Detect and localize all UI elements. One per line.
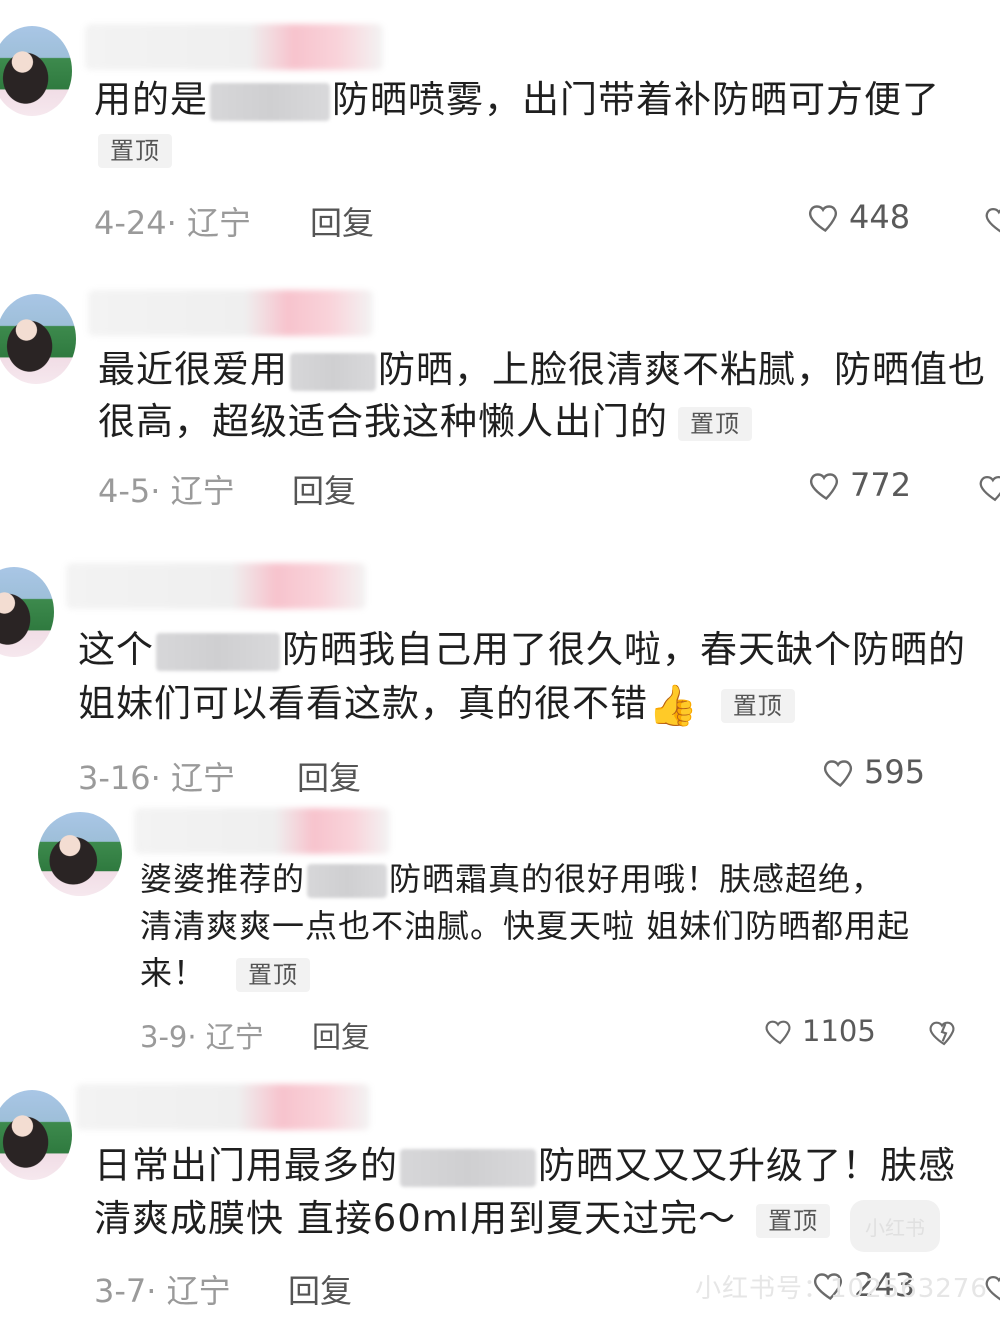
comment-date-location: 3-7· 辽宁	[94, 1272, 231, 1310]
like-count: 1105	[802, 1014, 876, 1048]
like-button[interactable]: 1105	[762, 1014, 876, 1048]
reply-button[interactable]: 回复	[312, 1014, 370, 1056]
avatar[interactable]	[0, 26, 72, 116]
like-button[interactable]: 448	[805, 198, 910, 236]
heart-icon	[809, 473, 839, 501]
comment-date-location: 3-9· 辽宁	[140, 1020, 264, 1054]
pinned-badge: 置顶	[678, 406, 752, 441]
dislike-icon[interactable]	[978, 470, 1000, 504]
username-blurred[interactable]	[66, 563, 366, 609]
username-blurred[interactable]	[88, 290, 373, 336]
heart-icon	[808, 205, 838, 233]
dislike-icon[interactable]	[984, 202, 1000, 236]
comment-text-line1: 婆婆推荐的 防晒霜真的很好用哦！肤感超绝，	[140, 860, 885, 898]
comment-text-line1: 最近很爱用 防晒，上脸很清爽不粘腻，防晒值也	[98, 348, 986, 391]
heart-icon	[823, 760, 853, 788]
avatar[interactable]	[38, 812, 122, 896]
like-button[interactable]: 595	[820, 753, 925, 791]
comment-date-location: 4-24· 辽宁	[94, 204, 251, 242]
reply-button[interactable]: 回复	[288, 1266, 352, 1312]
comment-date-location: 4-5· 辽宁	[98, 472, 235, 510]
username-blurred[interactable]	[76, 1084, 370, 1130]
heart-icon	[765, 1020, 791, 1045]
redacted-product-name	[210, 82, 330, 121]
avatar[interactable]	[0, 294, 76, 384]
pinned-badge: 置顶	[236, 958, 311, 992]
pinned-badge: 置顶	[756, 1203, 831, 1238]
like-button[interactable]: 772	[806, 466, 911, 504]
reply-button[interactable]: 回复	[310, 198, 374, 244]
like-count: 448	[849, 198, 911, 236]
comment-text-line2: 姐妹们可以看看这款，真的很不错👍 置顶	[78, 678, 795, 732]
username-blurred[interactable]	[85, 24, 383, 70]
like-count: 772	[850, 466, 912, 504]
dislike-icon[interactable]	[928, 1016, 960, 1048]
username-blurred[interactable]	[134, 808, 390, 854]
comment-text-line3: 来！ 置顶	[140, 950, 311, 996]
pinned-badge: 置顶	[720, 688, 795, 723]
comment-text-line1: 日常出门用最多的 防晒又又又升级了！肤感	[94, 1144, 956, 1187]
watermark-text: 小红书号：102563276	[695, 1274, 988, 1304]
avatar[interactable]	[0, 1090, 72, 1180]
redacted-product-name	[307, 864, 388, 898]
like-count: 595	[864, 753, 926, 791]
avatar[interactable]	[0, 567, 54, 657]
reply-button[interactable]: 回复	[292, 466, 356, 512]
redacted-product-name	[156, 632, 280, 671]
reply-button[interactable]: 回复	[297, 753, 361, 799]
comment-text: 用的是 防晒喷雾，出门带着补防晒可方便了	[94, 78, 940, 121]
pinned-badge: 置顶	[98, 134, 172, 168]
watermark-logo: 小红书	[850, 1200, 940, 1252]
comment-text-line2: 清爽成膜快 直接60ml用到夏天过完～ 置顶	[94, 1193, 831, 1245]
comment-text-line2: 清清爽爽一点也不油腻。快夏天啦 姐妹们防晒都用起	[140, 907, 911, 945]
comment-text-line1: 这个 防晒我自己用了很久啦，春天缺个防晒的	[78, 628, 966, 671]
redacted-product-name	[290, 352, 376, 391]
redacted-product-name	[400, 1148, 536, 1187]
comment-text-line2: 很高，超级适合我这种懒人出门的 置顶	[98, 396, 752, 448]
thumbs-up-emoji: 👍	[648, 682, 699, 729]
comment-date-location: 3-16· 辽宁	[78, 759, 235, 797]
